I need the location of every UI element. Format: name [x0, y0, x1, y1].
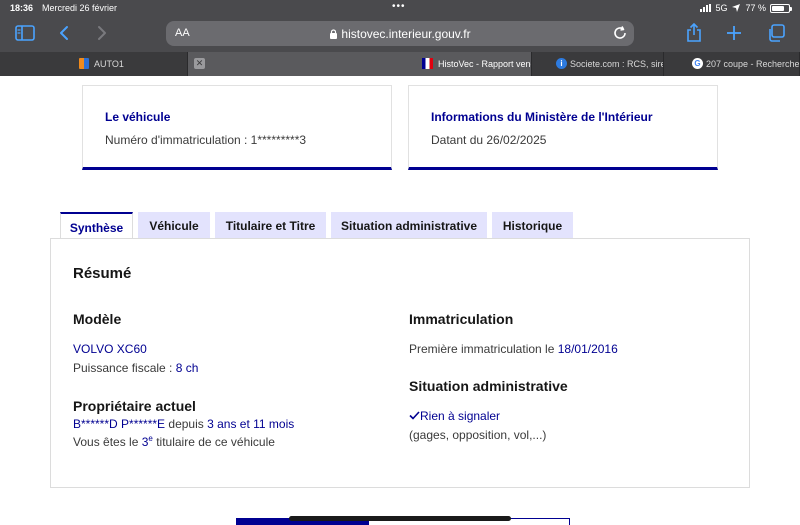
status-time: 18:36 [10, 3, 34, 13]
ministry-info-card: Informations du Ministère de l'Intérieur… [408, 85, 718, 170]
sidebar-icon[interactable] [14, 22, 36, 44]
battery-icon [770, 3, 792, 13]
owner-since-label: depuis [165, 417, 208, 431]
owner-rank-line: Vous êtes le 3e titulaire de ce véhicule [73, 434, 275, 449]
tab-overview-icon[interactable] [766, 22, 786, 44]
french-flag-favicon-icon [422, 58, 433, 69]
admin-status-ok: Rien à signaler [409, 409, 500, 423]
forward-icon[interactable] [94, 22, 110, 44]
tab-label: Societe.com : RCS, siret, siren, bila... [570, 59, 663, 69]
model-value: VOLVO XC60 [73, 342, 147, 356]
admin-status-text: Rien à signaler [420, 409, 501, 423]
url-label: histovec.interieur.gouv.fr [341, 27, 471, 41]
url-text[interactable]: histovec.interieur.gouv.fr [166, 27, 634, 41]
first-registration: Première immatriculation le 18/01/2016 [409, 342, 618, 356]
admin-status-detail: (gages, opposition, vol,...) [409, 428, 547, 442]
close-tab-icon[interactable]: ✕ [194, 58, 205, 69]
back-icon[interactable] [56, 22, 72, 44]
fiscal-power: Puissance fiscale : 8 ch [73, 361, 198, 375]
tab-situation-administrative[interactable]: Situation administrative [331, 212, 487, 240]
home-indicator[interactable] [289, 516, 511, 521]
status-date: Mercredi 26 février [42, 3, 118, 13]
vehicle-card-title: Le véhicule [105, 110, 171, 124]
immatriculation-heading: Immatriculation [409, 311, 514, 327]
tab-titulaire-titre[interactable]: Titulaire et Titre [215, 212, 326, 240]
fiscal-power-value: 8 ch [175, 361, 199, 375]
model-heading: Modèle [73, 311, 122, 327]
tab-historique[interactable]: Historique [492, 212, 573, 240]
tab-histovec[interactable]: ✕ HistoVec - Rapport vendeur [188, 52, 532, 76]
battery-level [772, 5, 785, 11]
summary-panel: Résumé Modèle VOLVO XC60 Puissance fisca… [50, 238, 750, 488]
auto1-favicon-icon [79, 58, 89, 69]
owner-since-value: 3 ans et 11 mois [207, 417, 295, 431]
first-registration-label: Première immatriculation le [409, 342, 558, 356]
battery-percent: 77 % [745, 3, 766, 13]
share-icon[interactable] [684, 22, 704, 44]
ministry-card-title: Informations du Ministère de l'Intérieur [431, 110, 653, 124]
status-bar: 18:36 Mercredi 26 février ••• 5G 77 % [0, 0, 800, 16]
owner-line: B******D P******E depuis 3 ans et 11 moi… [73, 417, 294, 431]
network-label: 5G [715, 3, 728, 13]
first-registration-date: 18/01/2016 [557, 342, 618, 356]
owner-name: B******D P******E [73, 417, 166, 431]
tab-auto1[interactable]: AUTO1 [0, 52, 188, 76]
registration-number: Numéro d'immatriculation : 1*********3 [105, 133, 307, 147]
owner-rank-post: titulaire de ce véhicule [152, 435, 275, 449]
signal-icon [700, 4, 712, 12]
summary-title: Résumé [73, 265, 132, 282]
new-tab-plus-icon[interactable] [724, 22, 744, 44]
reload-icon[interactable] [612, 25, 628, 46]
report-date: Datant du 26/02/2025 [431, 133, 547, 147]
fiscal-power-label: Puissance fiscale : [73, 361, 176, 375]
tab-label: 207 coupe - Recherche Google [706, 59, 800, 69]
tab-google[interactable]: G 207 coupe - Recherche Google [664, 52, 800, 76]
status-right: 5G 77 % [700, 3, 792, 13]
multitasking-dots-icon[interactable]: ••• [392, 1, 406, 12]
owner-heading: Propriétaire actuel [73, 398, 196, 414]
vehicle-info-card: Le véhicule Numéro d'immatriculation : 1… [82, 85, 392, 170]
tab-label: AUTO1 [94, 59, 124, 69]
tab-societe[interactable]: i Societe.com : RCS, siret, siren, bila.… [532, 52, 664, 76]
checkmark-icon [409, 411, 420, 420]
address-bar[interactable]: AA histovec.interieur.gouv.fr [166, 21, 634, 46]
admin-status-heading: Situation administrative [409, 378, 568, 394]
owner-rank-pre: Vous êtes le [73, 435, 142, 449]
google-favicon-icon: G [692, 58, 703, 69]
tab-label: HistoVec - Rapport vendeur [438, 59, 531, 69]
browser-tab-strip: AUTO1 ✕ HistoVec - Rapport vendeur i Soc… [0, 52, 800, 76]
location-icon [732, 4, 741, 12]
info-favicon-icon: i [556, 58, 567, 69]
browser-toolbar: AA histovec.interieur.gouv.fr [0, 16, 800, 52]
tab-vehicule[interactable]: Véhicule [138, 212, 210, 240]
lock-icon [330, 29, 338, 39]
